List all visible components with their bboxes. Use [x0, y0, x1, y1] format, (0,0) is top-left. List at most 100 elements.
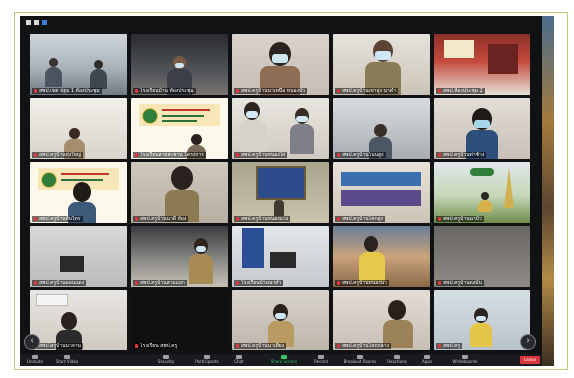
gallery-grid: สพป.เขต ปฐม 1 ห้องประชุม โรงเรียนบ้าน ห้… — [30, 34, 530, 352]
participant-tile[interactable]: โรงเรียน สพป.ครู — [131, 290, 228, 350]
participant-tile[interactable]: สพป.ครูบ้านนาบัว — [434, 162, 530, 223]
participant-tile[interactable]: สพป.ครูบ้านดงมัน — [434, 226, 530, 287]
participant-name: สพป.ครูบ้านทับไทร — [32, 216, 83, 222]
mic-muted-icon — [34, 88, 37, 93]
mic-muted-icon — [236, 280, 239, 285]
organization-logo — [142, 108, 158, 125]
monitor — [60, 256, 84, 272]
window-topbar — [20, 16, 542, 30]
participant-tile[interactable]: โรงเรียนสายสะพาน โครงการ — [131, 98, 228, 159]
stage-backdrop — [341, 172, 421, 186]
participant-name: โรงเรียนบ้านนาคำ — [234, 280, 284, 286]
apps-button[interactable]: Apps — [418, 354, 436, 366]
shared-banner — [138, 104, 221, 127]
record-button[interactable]: Record — [310, 354, 332, 366]
participant-tile[interactable]: สพป.เขต ปฐม 1 ห้องประชุม — [30, 34, 127, 95]
mic-muted-icon — [135, 343, 138, 348]
organization-logo — [41, 172, 57, 189]
participant-tile[interactable]: โรงเรียนบ้านนาคำ — [232, 226, 329, 287]
mic-muted-icon — [438, 280, 441, 285]
banner-line — [60, 178, 103, 181]
mic-muted-icon — [236, 88, 239, 93]
mic-muted-icon — [135, 280, 138, 285]
participant-name: สพป.ห้องประชุม 2 — [436, 88, 485, 94]
banner-line — [161, 108, 211, 111]
mic-muted-icon — [34, 216, 37, 221]
participant-tile[interactable]: สพป.ครูบ้านเขาสูง นาคำ — [333, 34, 430, 95]
leave-button[interactable]: Leave — [520, 356, 540, 364]
participant-tile[interactable]: สพป.ครู — [434, 290, 530, 350]
participant-name: สพป.ครูบ้านดอนแดง — [32, 280, 87, 286]
share-screen-button[interactable]: Share Screen — [268, 354, 300, 366]
participant-name: สพป.ครูบ้านโนนสูง — [335, 152, 386, 158]
mic-muted-icon — [438, 343, 441, 348]
chevron-right-icon[interactable]: › — [520, 334, 536, 350]
participant-tile[interactable]: สพป.ครูบ้านหนองแวง — [232, 162, 329, 223]
participant-name: สพป.ครูบ้านท่าช้าง — [436, 152, 487, 158]
mic-muted-icon — [135, 152, 138, 157]
mic-muted-icon — [337, 343, 340, 348]
window-control-icon[interactable] — [34, 20, 39, 25]
participant-name: สพป.ครูบ้านดงมัน — [436, 280, 484, 286]
participant-tile[interactable]: สพป.ครูบ้านทุ่งใหญ่ — [30, 98, 127, 159]
mic-muted-icon — [135, 88, 138, 93]
participant-tile[interactable]: สพป.ครูบ้านโนนสูง — [333, 98, 430, 159]
participant-name: สพป.ครูบ้านหนองไผ่ — [234, 152, 288, 158]
participant-name: สพป.ครูบ้านโคกกลาง — [335, 343, 391, 349]
participant-tile[interactable]: สพป.ครูบ้านดอนแดง — [30, 226, 127, 287]
participant-name: สพป.ครู — [436, 343, 463, 349]
participant-tile[interactable]: สพป.ครูบ้านหนองนา — [333, 226, 430, 287]
participants-button[interactable]: Participants — [192, 354, 222, 366]
participant-tile[interactable]: สพป.ห้องประชุม 2 — [434, 34, 530, 95]
security-button[interactable]: Security — [154, 354, 178, 366]
chat-button[interactable]: Chat — [230, 354, 248, 366]
start-video-button[interactable]: Start Video — [52, 354, 82, 366]
participant-tile[interactable]: สพป.ครูบ้านนาเพียง — [232, 290, 329, 350]
background-photo-strip — [542, 16, 554, 366]
participant-name: สพป.ครูบ้านนาเหนือ หนองบัว — [234, 88, 307, 94]
view-control-icon[interactable] — [42, 20, 47, 25]
banner-line — [161, 119, 198, 122]
zoom-window: สพป.เขต ปฐม 1 ห้องประชุม โรงเรียนบ้าน ห้… — [20, 16, 542, 366]
participant-name: สพป.ครูบ้านหนองแวง — [234, 216, 291, 222]
participant-name: สพป.ครูบ้านนาบัว — [436, 216, 484, 222]
whiteboards-button[interactable]: Whiteboards — [448, 354, 482, 366]
participant-name: โรงเรียนบ้าน ห้องประชุม — [133, 88, 196, 94]
participant-name: สพป.ครูบ้านโคกสูง — [335, 216, 386, 222]
flag — [242, 228, 264, 268]
participant-tile[interactable]: สพป.ครูบ้านโคกกลาง — [333, 290, 430, 350]
mic-muted-icon — [337, 280, 340, 285]
wall-picture — [256, 166, 306, 200]
meeting-toolbar: Unmute Start Video Security Participants… — [20, 354, 542, 366]
unmute-button[interactable]: Unmute — [24, 354, 46, 366]
participant-name: โรงเรียนสายสะพาน โครงการ — [133, 152, 206, 158]
participant-tile[interactable]: สพป.ครูบ้านท่าช้าง — [434, 98, 530, 159]
mic-muted-icon — [438, 88, 441, 93]
mic-muted-icon — [236, 343, 239, 348]
participant-tile[interactable]: สพป.ครูบ้านทับไทร — [30, 162, 127, 223]
mic-muted-icon — [337, 88, 340, 93]
monitor — [270, 252, 296, 268]
participant-name: สพป.ครูบ้านหนองนา — [335, 280, 389, 286]
participant-tile[interactable]: โรงเรียนบ้าน ห้องประชุม — [131, 34, 228, 95]
participant-tile[interactable]: สพป.ครูบ้านนาจาน — [30, 290, 127, 350]
participant-name: สพป.ครูบ้านนาเพียง — [234, 343, 287, 349]
participant-tile[interactable]: สพป.ครูบ้านนาเหนือ หนองบัว — [232, 34, 329, 95]
chevron-left-icon[interactable]: ‹ — [24, 334, 40, 350]
mic-muted-icon — [34, 280, 37, 285]
banner-line — [161, 114, 204, 117]
mic-muted-icon — [135, 216, 138, 221]
audience-row — [341, 190, 421, 206]
participant-tile[interactable]: สพป.ครูบ้านสามแยก — [131, 226, 228, 287]
participant-name: โรงเรียน สพป.ครู — [133, 343, 180, 349]
participant-tile[interactable]: สพป.ครูบ้านนาดี ห้อง — [131, 162, 228, 223]
mic-muted-icon — [236, 152, 239, 157]
participant-name: สพป.ครูบ้านทุ่งใหญ่ — [32, 152, 84, 158]
participant-tile[interactable]: สพป.ครูบ้านหนองไผ่ — [232, 98, 329, 159]
window-control-icon[interactable] — [26, 20, 31, 25]
participant-name: สพป.เขต ปฐม 1 ห้องประชุม — [32, 88, 102, 94]
breakout-rooms-button[interactable]: Breakout Rooms — [340, 354, 380, 366]
participant-tile[interactable]: สพป.ครูบ้านโคกสูง — [333, 162, 430, 223]
reactions-button[interactable]: Reactions — [384, 354, 410, 366]
wall-decor — [488, 44, 518, 74]
